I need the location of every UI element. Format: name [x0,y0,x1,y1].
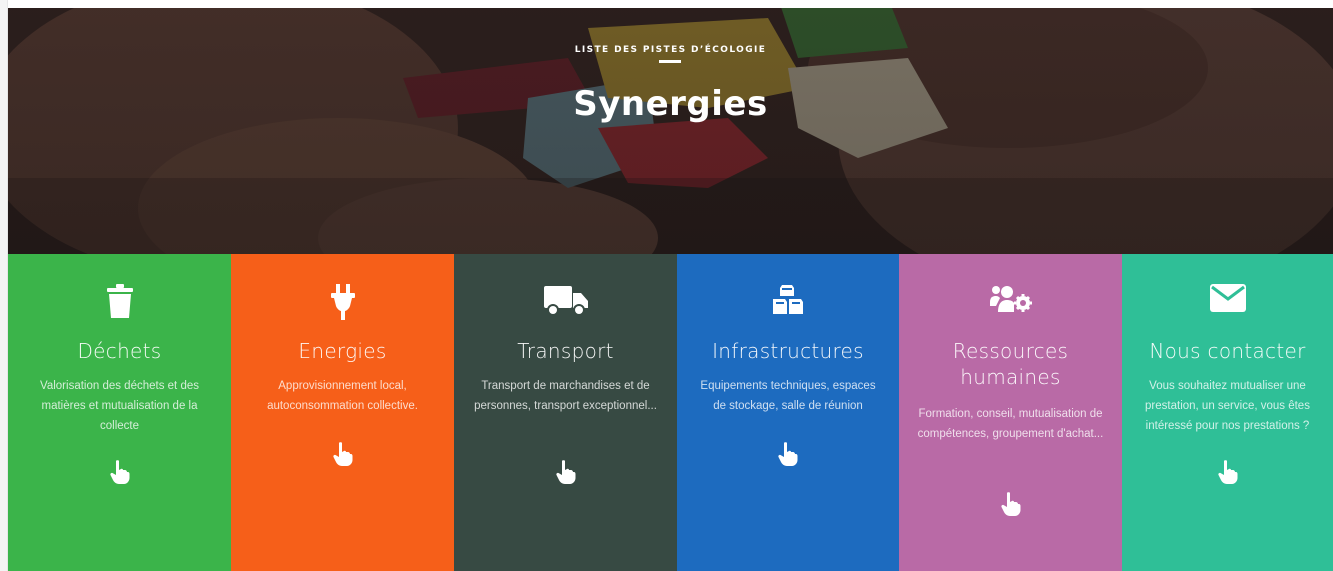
tile-title: Energies [298,339,387,363]
pointer-hand-icon[interactable] [8,460,231,484]
pointer-hand-icon[interactable] [899,492,1122,516]
cubes-icon [677,284,899,316]
pointer-hand-icon[interactable] [1122,460,1333,484]
tile-dechets[interactable]: Déchets Valorisation des déchets et des … [8,254,231,571]
tile-description: Transport de marchandises et de personne… [474,380,657,412]
hero-banner: LISTE DES PISTES D’ÉCOLOGIE Synergies [8,8,1333,254]
tile-title: Déchets [77,339,162,363]
tile-infrastructures[interactable]: Infrastructures Equipements techniques, … [677,254,899,571]
envelope-icon [1122,284,1333,312]
plug-icon [231,284,454,320]
tile-description: Equipements techniques, espaces de stock… [700,380,876,412]
tile-description: Formation, conseil, mutualisation de com… [917,408,1104,440]
tile-nous-contacter[interactable]: Nous contacter Vous souhaitez mutualiser… [1122,254,1333,571]
users-cog-icon [899,284,1122,314]
truck-icon [454,284,677,316]
category-tiles: Déchets Valorisation des déchets et des … [8,254,1333,571]
tile-description: Vous souhaitez mutualiser une prestation… [1145,380,1310,432]
tile-title: Nous contacter [1149,339,1306,363]
tile-description: Valorisation des déchets et des matières… [40,380,199,432]
page: LISTE DES PISTES D’ÉCOLOGIE Synergies Dé… [0,0,1333,571]
tile-title: Ressources humaines [952,339,1069,389]
trash-icon [8,284,231,318]
tile-transport[interactable]: Transport Transport de marchandises et d… [454,254,677,571]
tile-title: Transport [517,339,614,363]
pointer-hand-icon[interactable] [677,442,899,466]
hero-kicker: LISTE DES PISTES D’ÉCOLOGIE [574,45,767,55]
left-edge-strip [0,0,8,571]
tile-description: Approvisionnement local, autoconsommatio… [267,380,418,412]
tile-title: Infrastructures [712,339,864,363]
tile-energies[interactable]: Energies Approvisionnement local, autoco… [231,254,454,571]
pointer-hand-icon[interactable] [454,460,677,484]
pointer-hand-icon[interactable] [231,442,454,466]
page-title: Synergies [573,84,768,124]
hero-divider [659,60,681,63]
tile-ressources-humaines[interactable]: Ressources humaines Formation, conseil, … [899,254,1122,571]
